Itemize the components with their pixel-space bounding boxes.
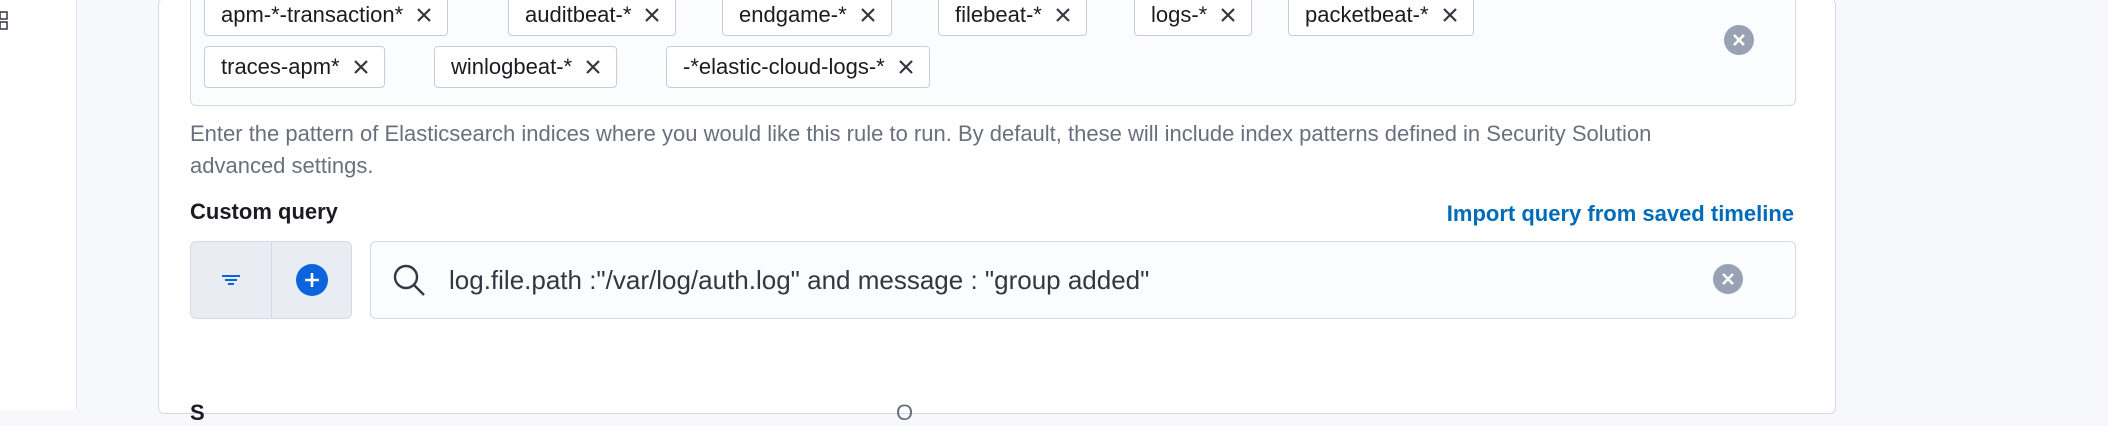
clear-index-patterns-button[interactable] [1724,25,1754,55]
add-filter-icon [296,264,328,296]
clear-icon [1722,273,1734,285]
pill-label: logs-* [1151,2,1208,27]
search-icon [393,264,425,296]
index-pattern-pill: -*elastic-cloud-logs-* [666,46,930,88]
pill-label: winlogbeat-* [451,54,573,79]
close-icon[interactable] [584,58,602,76]
close-icon[interactable] [897,58,915,76]
close-icon[interactable] [415,6,433,24]
clear-icon [1733,34,1745,46]
index-patterns-help-text: Enter the pattern of Elasticsearch indic… [190,121,1652,178]
import-query-link[interactable]: Import query from saved timeline [1447,201,1794,227]
clear-query-button[interactable] [1713,264,1743,294]
left-nav-strip [0,0,77,410]
pill-label: endgame-* [739,2,847,27]
pill-label: apm-*-transaction* [221,2,404,27]
custom-query-label: Custom query [190,199,338,224]
close-icon[interactable] [1054,6,1072,24]
filter-icon [222,275,240,285]
next-section-label: S [190,400,205,425]
index-pattern-pill: apm-*-transaction* [204,0,449,36]
pill-label: auditbeat-* [525,2,632,27]
add-filter-button[interactable] [272,242,352,318]
index-pattern-pill: winlogbeat-* [434,46,618,88]
close-icon[interactable] [1219,6,1237,24]
query-text: log.file.path :"/var/log/auth.log" and m… [449,265,1150,295]
layout-icon[interactable] [0,10,10,32]
pill-label: -*elastic-cloud-logs-* [683,54,885,79]
pill-label: filebeat-* [955,2,1042,27]
close-icon[interactable] [352,58,370,76]
query-bar-buttons [190,241,352,319]
close-icon[interactable] [859,6,877,24]
pill-label: packetbeat-* [1305,2,1429,27]
filter-options-button[interactable] [191,242,271,318]
index-pattern-pill: endgame-* [722,0,892,36]
next-section-optional: O [896,400,914,425]
pill-label: traces-apm* [221,54,340,79]
close-icon[interactable] [1441,6,1459,24]
close-icon[interactable] [643,6,661,24]
index-pattern-pill: logs-* [1134,0,1253,36]
index-pattern-pill: traces-apm* [204,46,385,88]
index-pattern-pill: packetbeat-* [1288,0,1474,36]
query-input[interactable]: log.file.path :"/var/log/auth.log" and m… [370,241,1796,319]
index-pattern-pill: filebeat-* [938,0,1087,36]
index-pattern-pill: auditbeat-* [508,0,677,36]
